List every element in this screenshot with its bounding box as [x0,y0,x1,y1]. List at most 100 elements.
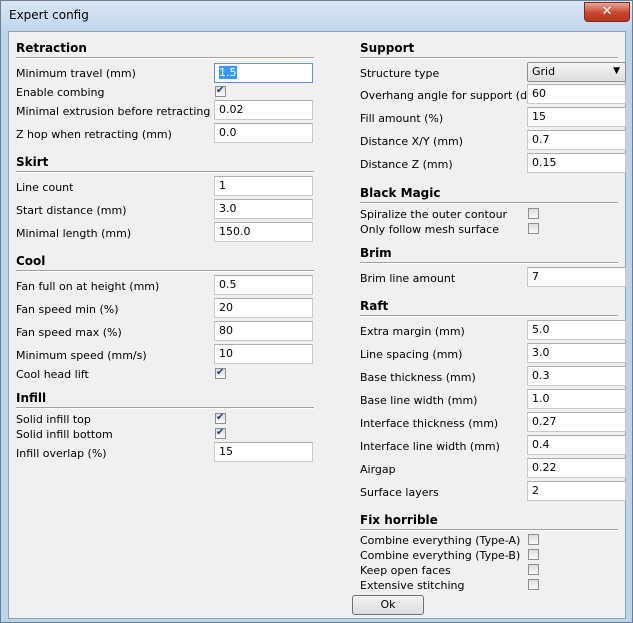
line-spacing-label: Line spacing (mm) [360,348,463,361]
section-title-skirt: Skirt [16,155,49,169]
surface-layers-label: Surface layers [360,486,439,499]
distance-z-input[interactable]: 0.15 [527,153,626,173]
line-count-input[interactable]: 1 [214,176,313,196]
solid-infill-bottom-label: Solid infill bottom [16,428,113,441]
base-line-width-label: Base line width (mm) [360,394,478,407]
fill-amount-label: Fill amount (%) [360,112,444,125]
section-title-retraction: Retraction [16,41,87,55]
surface-layers-input[interactable]: 2 [527,481,626,501]
overhang-angle-label: Overhang angle for support (deg) [360,89,546,102]
start-distance-label: Start distance (mm) [16,204,127,217]
structure-type-select[interactable]: Grid ▼ [527,62,626,82]
brim-line-amount-input[interactable]: 7 [527,267,626,287]
combine-a-checkbox[interactable] [528,534,539,545]
airgap-label: Airgap [360,463,396,476]
section-title-brim: Brim [360,246,392,260]
keep-open-faces-checkbox[interactable] [528,564,539,575]
section-title-support: Support [360,41,415,55]
min-extrusion-label: Minimal extrusion before retracting (mm) [16,105,244,118]
checkmark-icon: ✔ [216,427,225,438]
distance-z-label: Distance Z (mm) [360,158,453,171]
cool-head-lift-checkbox[interactable]: ✔ [215,367,226,379]
close-button[interactable]: ✕ [584,2,630,22]
section-title-infill: Infill [16,391,47,405]
fan-speed-min-label: Fan speed min (%) [16,303,119,316]
extra-margin-label: Extra margin (mm) [360,325,465,338]
title-bar[interactable]: Expert config ✕ [1,1,632,30]
section-title-black-magic: Black Magic [360,186,441,200]
only-follow-mesh-checkbox[interactable] [528,223,539,234]
extensive-stitching-checkbox[interactable] [528,579,539,590]
solid-infill-top-label: Solid infill top [16,413,91,426]
fan-full-height-label: Fan full on at height (mm) [16,280,160,293]
distance-xy-input[interactable]: 0.7 [527,130,626,150]
chevron-down-icon: ▼ [613,66,620,76]
fan-speed-min-input[interactable]: 20 [214,298,313,318]
checkmark-icon: ✔ [216,412,225,423]
close-icon: ✕ [601,4,613,19]
solid-infill-top-checkbox[interactable]: ✔ [215,412,226,424]
spiralize-checkbox[interactable] [528,208,539,219]
minimum-travel-input[interactable]: 1.5 [214,63,313,83]
extra-margin-input[interactable]: 5.0 [527,320,626,340]
minimal-length-input[interactable]: 150.0 [214,222,313,242]
section-divider [360,57,618,59]
interface-thickness-label: Interface thickness (mm) [360,417,499,430]
ok-button[interactable]: Ok [352,595,424,615]
checkmark-icon: ✔ [216,367,225,378]
section-divider [360,202,618,204]
solid-infill-bottom-checkbox[interactable]: ✔ [215,427,226,439]
airgap-input[interactable]: 0.22 [527,458,626,478]
minimum-travel-label: Minimum travel (mm) [16,67,136,80]
interface-line-width-label: Interface line width (mm) [360,440,500,453]
expert-config-window: Expert config ✕ Retraction Minimum trave… [0,0,633,623]
fill-amount-input[interactable]: 15 [527,107,626,127]
base-line-width-input[interactable]: 1.0 [527,389,626,409]
keep-open-faces-label: Keep open faces [360,564,451,577]
enable-combing-label: Enable combing [16,86,105,99]
structure-type-value: Grid [532,65,556,78]
section-divider [16,171,314,173]
z-hop-label: Z hop when retracting (mm) [16,128,172,141]
line-spacing-input[interactable]: 3.0 [527,343,626,363]
section-divider [16,57,314,59]
combine-b-checkbox[interactable] [528,549,539,560]
minimal-length-label: Minimal length (mm) [16,227,132,240]
enable-combing-checkbox[interactable]: ✔ [215,85,226,97]
interface-thickness-input[interactable]: 0.27 [527,412,626,432]
structure-type-label: Structure type [360,67,440,80]
minimum-speed-label: Minimum speed (mm/s) [16,349,147,362]
section-divider [16,270,314,272]
dialog-body: Retraction Minimum travel (mm) 1.5 Enabl… [8,31,626,619]
line-count-label: Line count [16,181,74,194]
section-title-raft: Raft [360,299,389,313]
start-distance-input[interactable]: 3.0 [214,199,313,219]
base-thickness-input[interactable]: 0.3 [527,366,626,386]
fan-speed-max-label: Fan speed max (%) [16,326,122,339]
section-title-cool: Cool [16,254,46,268]
min-extrusion-input[interactable]: 0.02 [214,100,313,120]
checkmark-icon: ✔ [216,85,225,96]
only-follow-mesh-label: Only follow mesh surface [360,223,499,236]
base-thickness-label: Base thickness (mm) [360,371,476,384]
z-hop-input[interactable]: 0.0 [214,123,313,143]
interface-line-width-input[interactable]: 0.4 [527,435,626,455]
infill-overlap-label: Infill overlap (%) [16,447,107,460]
spiralize-label: Spiralize the outer contour [360,208,508,221]
combine-a-label: Combine everything (Type-A) [360,534,521,547]
section-divider [360,529,618,531]
distance-xy-label: Distance X/Y (mm) [360,135,464,148]
section-divider [16,407,314,409]
extensive-stitching-label: Extensive stitching [360,579,465,592]
brim-line-amount-label: Brim line amount [360,272,456,285]
section-divider [360,262,618,264]
overhang-angle-input[interactable]: 60 [527,84,626,104]
infill-overlap-input[interactable]: 15 [214,442,313,462]
combine-b-label: Combine everything (Type-B) [360,549,521,562]
fan-full-height-input[interactable]: 0.5 [214,275,313,295]
section-divider [360,315,618,317]
fan-speed-max-input[interactable]: 80 [214,321,313,341]
section-title-fix-horrible: Fix horrible [360,513,438,527]
minimum-speed-input[interactable]: 10 [214,344,313,364]
window-title: Expert config [9,8,89,22]
